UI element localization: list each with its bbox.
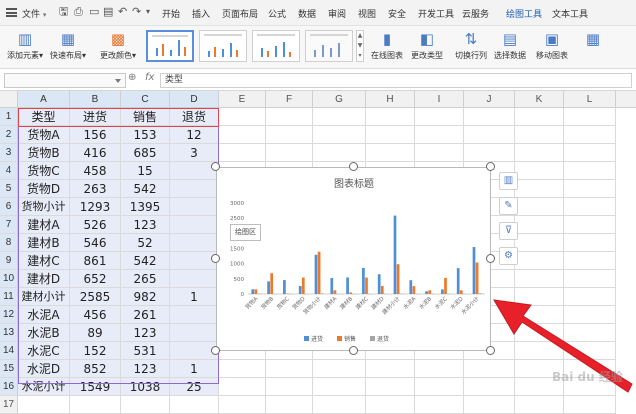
annotation-arrow xyxy=(0,0,636,413)
watermark: Bai du 经验 xyxy=(552,368,623,385)
